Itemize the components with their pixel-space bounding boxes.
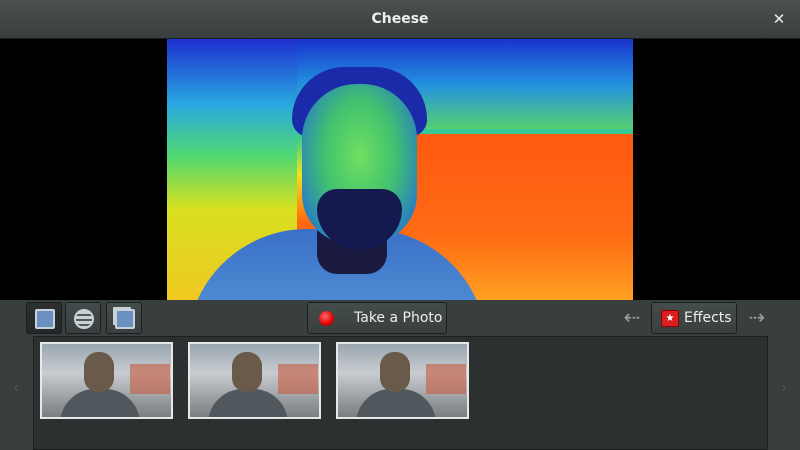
take-photo-button[interactable]: Take a Photo (307, 302, 447, 334)
next-effects-arrow-icon[interactable]: ⇢ (745, 305, 769, 329)
video-mode-button[interactable] (65, 302, 101, 334)
photo-mode-icon (35, 309, 55, 329)
burst-mode-button[interactable] (106, 302, 142, 334)
video-mode-icon (74, 309, 94, 329)
photo-thumbnail[interactable] (336, 342, 469, 419)
effects-button[interactable]: ★ Effects (651, 302, 737, 334)
camera-preview (167, 39, 633, 300)
camera-viewport (0, 39, 800, 300)
title-bar: Cheese ✕ (0, 0, 800, 39)
photo-thumbnail[interactable] (188, 342, 321, 419)
thumbnails-next-icon[interactable]: › (776, 380, 792, 400)
window-title: Cheese (371, 11, 429, 27)
take-photo-label: Take a Photo (354, 310, 443, 326)
photo-mode-button[interactable] (26, 302, 62, 334)
photo-thumbnail[interactable] (40, 342, 173, 419)
close-button[interactable]: ✕ (770, 9, 788, 29)
effects-icon: ★ (661, 310, 679, 327)
record-icon (319, 311, 334, 326)
burst-mode-icon (115, 309, 135, 329)
effects-label: Effects (684, 310, 732, 326)
thumbnails-prev-icon[interactable]: ‹ (8, 380, 24, 400)
previous-effects-arrow-icon[interactable]: ⇠ (620, 305, 644, 329)
